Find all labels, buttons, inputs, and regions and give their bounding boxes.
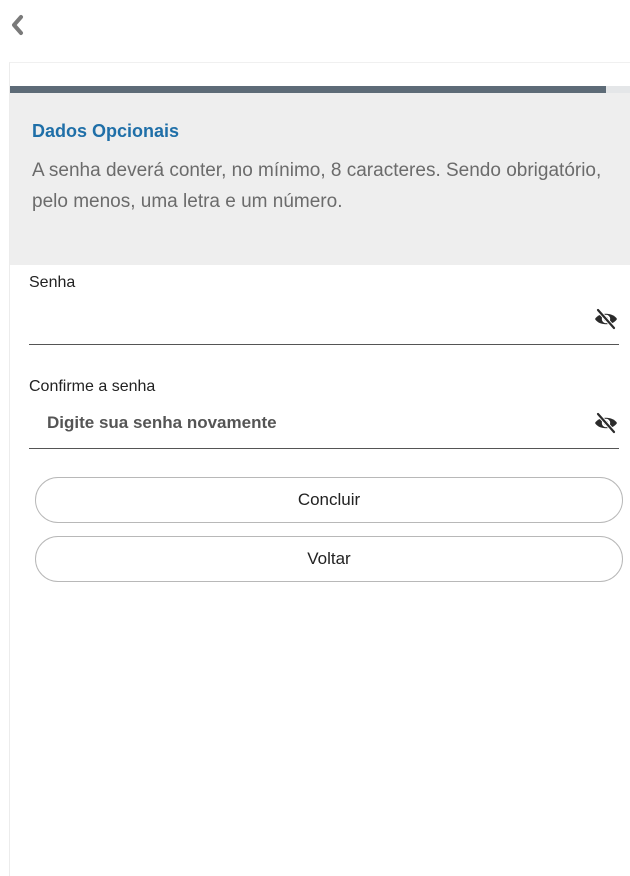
confirm-password-input[interactable] <box>29 408 595 438</box>
confirm-password-underline <box>29 448 619 449</box>
form-card: Dados Opcionais A senha deverá conter, n… <box>9 62 630 876</box>
confirm-password-label: Confirme a senha <box>29 378 156 395</box>
eye-slash-icon[interactable] <box>593 411 619 435</box>
progress-bar <box>10 86 630 93</box>
password-label: Senha <box>29 274 76 291</box>
section-title: Dados Opcionais <box>32 121 180 141</box>
back-form-button[interactable]: Voltar <box>35 536 623 582</box>
progress-fill <box>10 86 607 93</box>
password-underline <box>29 344 619 345</box>
submit-button[interactable]: Concluir <box>35 477 623 523</box>
chevron-left-icon <box>12 15 23 35</box>
info-panel: Dados Opcionais A senha deverá conter, n… <box>10 93 630 265</box>
back-button[interactable] <box>6 12 28 38</box>
password-input[interactable] <box>29 304 595 334</box>
eye-slash-icon[interactable] <box>593 307 619 331</box>
password-rules-text: A senha deverá conter, no mínimo, 8 cara… <box>32 160 602 212</box>
